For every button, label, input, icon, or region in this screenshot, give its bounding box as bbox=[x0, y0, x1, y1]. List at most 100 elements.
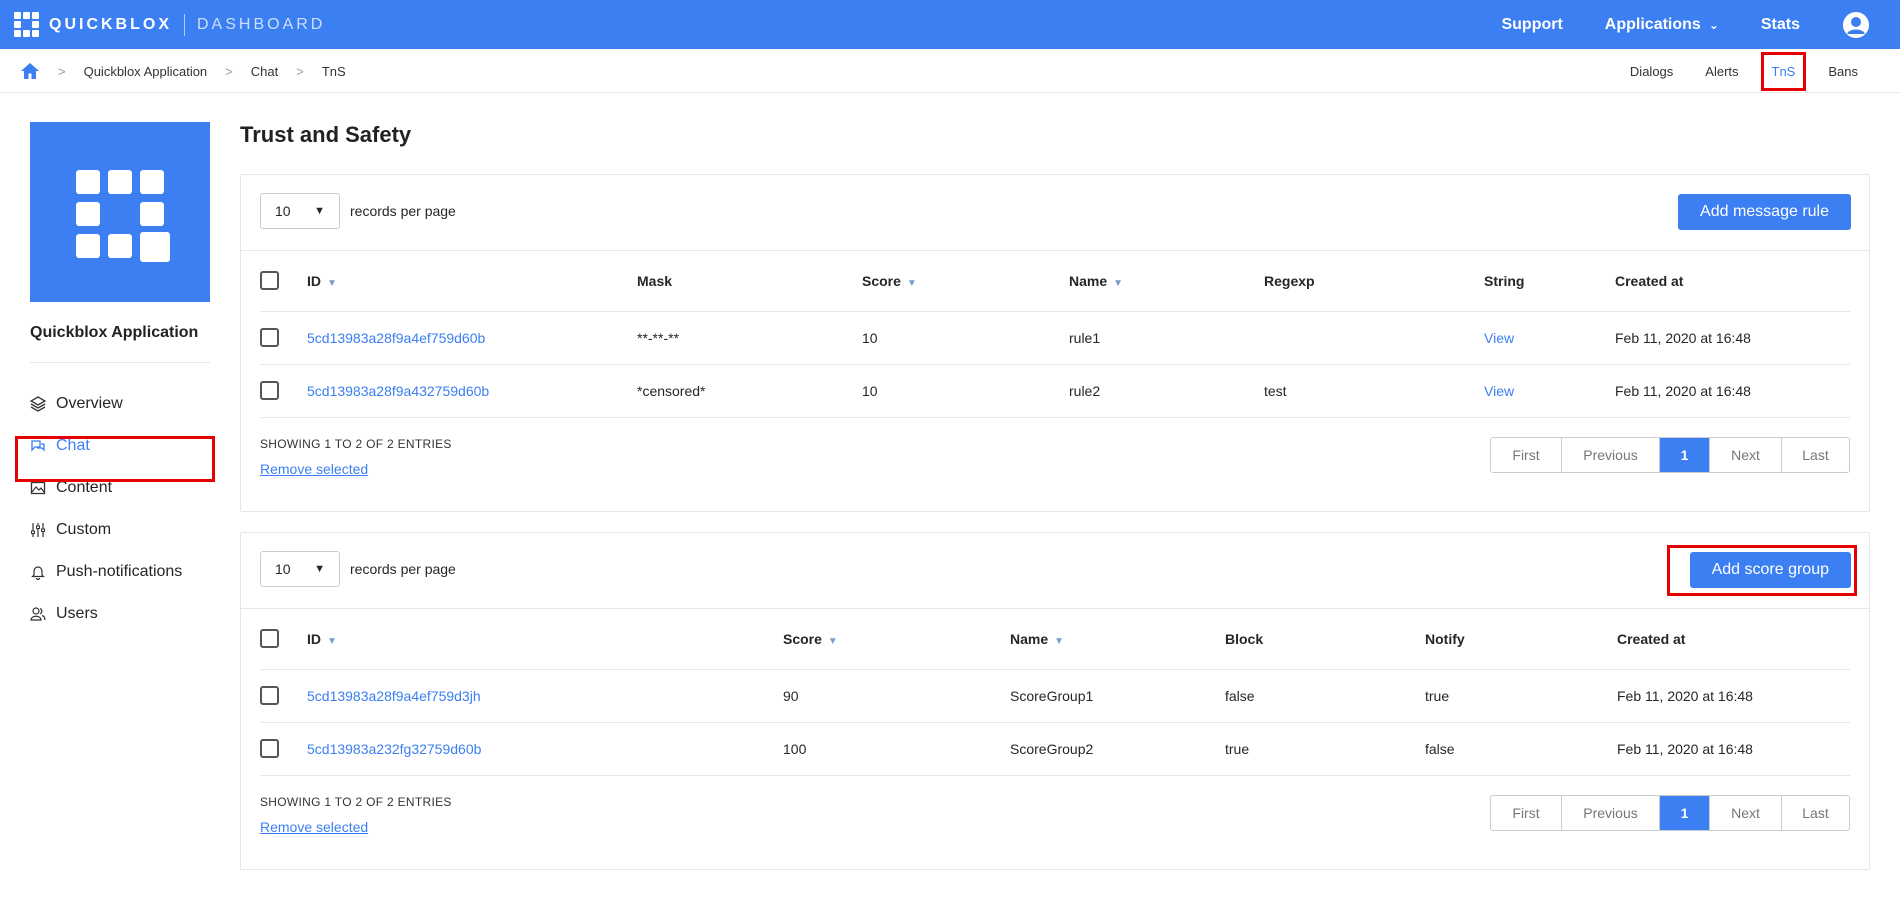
app-name: Quickblox Application bbox=[30, 324, 199, 341]
pager-next[interactable]: Next bbox=[1709, 796, 1781, 830]
top-bar: QUICKBLOX DASHBOARD Support Applications… bbox=[0, 0, 1900, 49]
pager-current-page[interactable]: 1 bbox=[1659, 796, 1709, 830]
score-groups-table: ID ▼ Score ▼ Name ▼ Block Notify Created at… bbox=[260, 609, 1850, 776]
sidebar-item-label: Users bbox=[56, 605, 98, 622]
select-all-checkbox[interactable] bbox=[260, 629, 279, 649]
users-icon bbox=[30, 607, 46, 621]
sidebar-item-custom[interactable]: Custom bbox=[30, 509, 210, 551]
nav-applications-label: Applications bbox=[1604, 15, 1701, 33]
score-groups-card: 10 ▼ records per page Add score group ID… bbox=[240, 532, 1870, 870]
pager-next[interactable]: Next bbox=[1709, 438, 1781, 472]
card-header: 10 ▼ records per page Add score group bbox=[241, 533, 1869, 609]
column-header-score[interactable]: Score ▼ bbox=[862, 251, 1069, 312]
table-row: 5cd13983a28f9a4ef759d3jh 90 ScoreGroup1 … bbox=[260, 669, 1850, 723]
column-header-block: Block bbox=[1225, 609, 1425, 670]
breadcrumb-app[interactable]: Quickblox Application bbox=[84, 64, 208, 79]
row-checkbox[interactable] bbox=[260, 739, 279, 758]
page-title: Trust and Safety bbox=[240, 122, 412, 147]
sidebar: Quickblox Application Overview Chat Cont… bbox=[30, 122, 210, 635]
rule-string-view-link[interactable]: View bbox=[1484, 364, 1615, 418]
pager-first[interactable]: First bbox=[1491, 796, 1561, 830]
brand-name: QUICKBLOX bbox=[49, 15, 172, 33]
add-message-rule-button[interactable]: Add message rule bbox=[1678, 194, 1851, 230]
group-score: 100 bbox=[783, 722, 1010, 776]
tab-alerts[interactable]: Alerts bbox=[1695, 56, 1748, 87]
card-footer: SHOWING 1 TO 2 OF 2 ENTRIES Remove selec… bbox=[260, 437, 1850, 477]
group-notify: true bbox=[1425, 669, 1617, 723]
group-block: true bbox=[1225, 722, 1425, 776]
row-checkbox[interactable] bbox=[260, 686, 279, 705]
home-icon[interactable] bbox=[20, 61, 40, 81]
add-score-group-highlight bbox=[1667, 545, 1857, 596]
rule-name: rule1 bbox=[1069, 311, 1264, 365]
table-row: 5cd13983a28f9a4ef759d60b **-**-** 10 rul… bbox=[260, 311, 1850, 365]
group-notify: false bbox=[1425, 722, 1617, 776]
rule-id-link[interactable]: 5cd13983a28f9a4ef759d60b bbox=[307, 311, 637, 365]
brand-logo[interactable]: QUICKBLOX DASHBOARD bbox=[14, 12, 325, 37]
pagination: First Previous 1 Next Last bbox=[1490, 437, 1850, 473]
logo-grid-icon bbox=[14, 12, 39, 37]
message-rules-table: ID ▼ Mask Score ▼ Name ▼ Regexp String Crea… bbox=[260, 251, 1850, 418]
chat-highlight bbox=[15, 436, 215, 482]
column-header-name[interactable]: Name ▼ bbox=[1069, 251, 1264, 312]
rule-string-view-link[interactable]: View bbox=[1484, 311, 1615, 365]
row-checkbox[interactable] bbox=[260, 381, 279, 400]
pager-current-page[interactable]: 1 bbox=[1659, 438, 1709, 472]
per-page-control: 10 ▼ records per page bbox=[260, 551, 456, 587]
per-page-value: 10 bbox=[275, 203, 291, 219]
nav-support[interactable]: Support bbox=[1501, 16, 1562, 34]
rule-id-link[interactable]: 5cd13983a28f9a432759d60b bbox=[307, 364, 637, 418]
tab-tns[interactable]: TnS bbox=[1760, 51, 1807, 91]
column-header-regexp: Regexp bbox=[1264, 251, 1484, 312]
table-row: 5cd13983a28f9a432759d60b *censored* 10 r… bbox=[260, 364, 1850, 418]
sidebar-item-push-notifications[interactable]: Push-notifications bbox=[30, 551, 210, 593]
user-circle-icon[interactable] bbox=[1842, 11, 1870, 39]
column-header-id[interactable]: ID ▼ bbox=[307, 251, 637, 312]
table-header-row: ID ▼ Score ▼ Name ▼ Block Notify Created at bbox=[260, 609, 1850, 670]
breadcrumb-chat[interactable]: Chat bbox=[251, 64, 278, 79]
rule-mask: **-**-** bbox=[637, 311, 862, 365]
select-all-checkbox[interactable] bbox=[260, 271, 279, 291]
pager-previous[interactable]: Previous bbox=[1561, 796, 1659, 830]
tab-dialogs[interactable]: Dialogs bbox=[1620, 56, 1683, 87]
pager-last[interactable]: Last bbox=[1781, 796, 1849, 830]
nav-applications[interactable]: Applications ⌄ bbox=[1605, 16, 1719, 34]
sort-icon: ▼ bbox=[327, 277, 337, 289]
group-id-link[interactable]: 5cd13983a28f9a4ef759d3jh bbox=[307, 669, 783, 723]
sort-icon: ▼ bbox=[827, 635, 838, 647]
breadcrumb: > Quickblox Application > Chat > TnS bbox=[20, 49, 346, 93]
bell-icon bbox=[31, 566, 45, 580]
chat-subnav: Dialogs Alerts TnS Bans bbox=[1608, 49, 1868, 93]
column-header-score[interactable]: Score ▼ bbox=[783, 609, 1010, 670]
card-header: 10 ▼ records per page Add message rule bbox=[241, 175, 1869, 251]
column-header-id[interactable]: ID ▼ bbox=[307, 609, 783, 670]
rule-score: 10 bbox=[862, 364, 1069, 418]
per-page-label: records per page bbox=[350, 561, 456, 577]
sort-icon: ▼ bbox=[906, 277, 917, 289]
layers-icon bbox=[30, 396, 46, 412]
brand-sub: DASHBOARD bbox=[197, 15, 326, 33]
column-header-string: String bbox=[1484, 251, 1615, 312]
sidebar-item-overview[interactable]: Overview bbox=[30, 383, 210, 425]
table-row: 5cd13983a232fg32759d60b 100 ScoreGroup2 … bbox=[260, 722, 1850, 776]
sidebar-item-label: Push-notifications bbox=[56, 563, 183, 580]
column-header-created: Created at bbox=[1615, 251, 1850, 312]
top-nav: Support Applications ⌄ Stats bbox=[1501, 0, 1900, 49]
row-checkbox[interactable] bbox=[260, 328, 279, 347]
per-page-select[interactable]: 10 ▼ bbox=[260, 193, 340, 229]
sort-icon: ▼ bbox=[327, 635, 337, 647]
pagination: First Previous 1 Next Last bbox=[1490, 795, 1850, 831]
per-page-select[interactable]: 10 ▼ bbox=[260, 551, 340, 587]
column-header-name[interactable]: Name ▼ bbox=[1010, 609, 1225, 670]
rule-mask: *censored* bbox=[637, 364, 862, 418]
tab-bans[interactable]: Bans bbox=[1818, 56, 1868, 87]
pager-last[interactable]: Last bbox=[1781, 438, 1849, 472]
group-id-link[interactable]: 5cd13983a232fg32759d60b bbox=[307, 722, 783, 776]
pager-first[interactable]: First bbox=[1491, 438, 1561, 472]
nav-stats[interactable]: Stats bbox=[1761, 16, 1800, 34]
pager-previous[interactable]: Previous bbox=[1561, 438, 1659, 472]
per-page-value: 10 bbox=[275, 561, 291, 577]
sidebar-item-users[interactable]: Users bbox=[30, 593, 210, 635]
sort-icon: ▼ bbox=[1054, 635, 1065, 647]
sort-icon: ▼ bbox=[1113, 277, 1124, 289]
